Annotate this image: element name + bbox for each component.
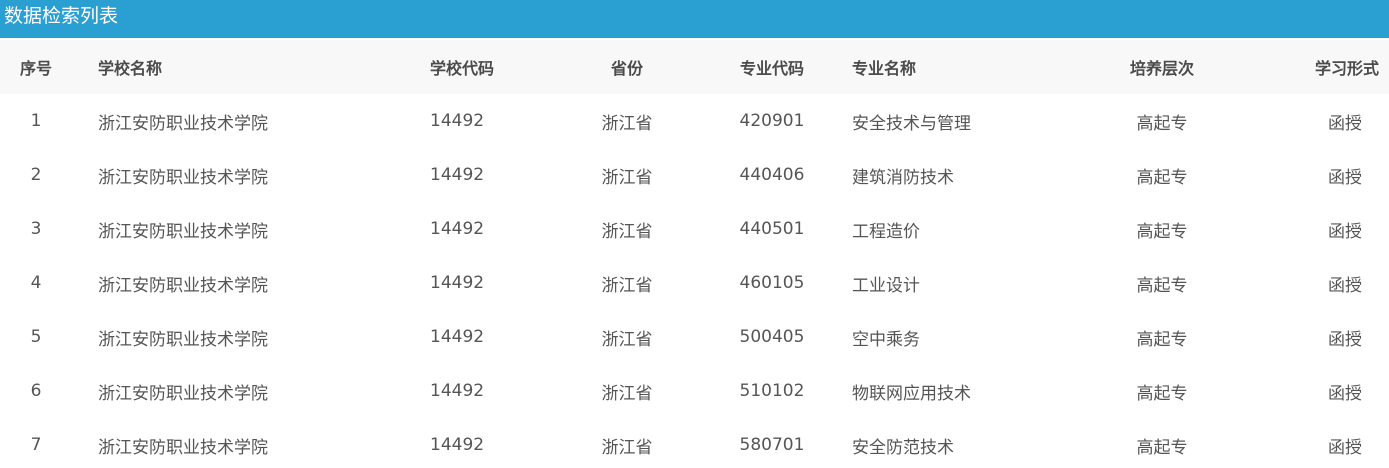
cell-index: 6 xyxy=(30,381,42,401)
cell-level: 高起专 xyxy=(1136,437,1188,458)
cell-major-code: 580701 xyxy=(739,435,805,455)
cell-school-code: 14492 xyxy=(430,165,485,185)
cell-study-form: 函授 xyxy=(1328,275,1362,296)
cell-school-name: 浙江安防职业技术学院 xyxy=(98,383,268,404)
results-table: 序号 学校名称 学校代码 省份 专业代码 专业名称 培养层次 学习形式 1 浙江安… xyxy=(0,40,1389,468)
cell-major-name: 建筑消防技术 xyxy=(852,167,954,188)
cell-school-code: 14492 xyxy=(430,273,485,293)
cell-level: 高起专 xyxy=(1136,167,1188,188)
cell-province: 浙江省 xyxy=(601,167,653,188)
table-row: 7 浙江安防职业技术学院 14492 浙江省 580701 安全防范技术 高起专 函授 xyxy=(0,418,1389,468)
cell-school-code: 14492 xyxy=(430,381,485,401)
cell-level: 高起专 xyxy=(1136,275,1188,296)
header-study-form: 学习形式 xyxy=(1314,59,1379,78)
cell-study-form: 函授 xyxy=(1328,221,1362,242)
cell-school-code: 14492 xyxy=(430,435,485,455)
cell-school-code: 14492 xyxy=(430,219,485,239)
table-row: 3 浙江安防职业技术学院 14492 浙江省 440501 工程造价 高起专 函授 xyxy=(0,202,1389,256)
cell-index: 7 xyxy=(30,435,42,455)
cell-major-name: 物联网应用技术 xyxy=(852,383,971,404)
cell-major-code: 500405 xyxy=(739,327,805,347)
cell-major-code: 440501 xyxy=(739,219,805,239)
cell-province: 浙江省 xyxy=(601,383,653,404)
cell-province: 浙江省 xyxy=(601,329,653,350)
table-row: 4 浙江安防职业技术学院 14492 浙江省 460105 工业设计 高起专 函授 xyxy=(0,256,1389,310)
cell-index: 4 xyxy=(30,273,42,293)
cell-level: 高起专 xyxy=(1136,329,1188,350)
cell-major-code: 420901 xyxy=(739,111,805,131)
cell-major-name: 工业设计 xyxy=(852,275,920,296)
cell-school-code: 14492 xyxy=(430,327,485,347)
cell-school-name: 浙江安防职业技术学院 xyxy=(98,437,268,458)
table-header-row: 序号 学校名称 学校代码 省份 专业代码 专业名称 培养层次 学习形式 xyxy=(0,40,1389,94)
cell-study-form: 函授 xyxy=(1328,437,1362,458)
cell-index: 5 xyxy=(30,327,42,347)
cell-province: 浙江省 xyxy=(601,221,653,242)
cell-major-code: 460105 xyxy=(739,273,805,293)
cell-index: 3 xyxy=(30,219,42,239)
header-major-name: 专业名称 xyxy=(852,59,917,78)
cell-study-form: 函授 xyxy=(1328,167,1362,188)
cell-level: 高起专 xyxy=(1136,113,1188,134)
panel-header: 数据检索列表 xyxy=(0,0,1389,38)
panel-title: 数据检索列表 xyxy=(4,5,119,27)
cell-index: 2 xyxy=(30,165,42,185)
cell-study-form: 函授 xyxy=(1328,113,1362,134)
table-row: 1 浙江安防职业技术学院 14492 浙江省 420901 安全技术与管理 高起专 函授 xyxy=(0,94,1389,148)
table-head: 序号 学校名称 学校代码 省份 专业代码 专业名称 培养层次 学习形式 xyxy=(0,40,1389,94)
header-index: 序号 xyxy=(19,59,52,78)
table-row: 2 浙江安防职业技术学院 14492 浙江省 440406 建筑消防技术 高起专 函授 xyxy=(0,148,1389,202)
data-search-panel: 数据检索列表 序号 学校名称 学校代码 省份 专业代码 专业名称 培养层次 学习… xyxy=(0,0,1389,468)
cell-school-code: 14492 xyxy=(430,111,485,131)
cell-major-name: 安全防范技术 xyxy=(852,437,954,458)
cell-study-form: 函授 xyxy=(1328,329,1362,350)
cell-school-name: 浙江安防职业技术学院 xyxy=(98,113,268,134)
cell-major-name: 工程造价 xyxy=(852,221,920,242)
header-school-code: 学校代码 xyxy=(430,59,495,78)
table-body: 1 浙江安防职业技术学院 14492 浙江省 420901 安全技术与管理 高起专 函授 2 浙江… xyxy=(0,94,1389,468)
header-school-name: 学校名称 xyxy=(98,59,163,78)
header-province: 省份 xyxy=(610,59,643,78)
cell-province: 浙江省 xyxy=(601,275,653,296)
cell-province: 浙江省 xyxy=(601,437,653,458)
table-row: 6 浙江安防职业技术学院 14492 浙江省 510102 物联网应用技术 高起专 函授 xyxy=(0,364,1389,418)
cell-major-code: 440406 xyxy=(739,165,805,185)
cell-study-form: 函授 xyxy=(1328,383,1362,404)
table-row: 5 浙江安防职业技术学院 14492 浙江省 500405 空中乘务 高起专 函授 xyxy=(0,310,1389,364)
cell-level: 高起专 xyxy=(1136,221,1188,242)
cell-level: 高起专 xyxy=(1136,383,1188,404)
cell-major-name: 安全技术与管理 xyxy=(852,113,971,134)
cell-index: 1 xyxy=(30,111,42,131)
cell-school-name: 浙江安防职业技术学院 xyxy=(98,275,268,296)
cell-school-name: 浙江安防职业技术学院 xyxy=(98,167,268,188)
cell-school-name: 浙江安防职业技术学院 xyxy=(98,221,268,242)
header-level: 培养层次 xyxy=(1129,59,1194,78)
cell-school-name: 浙江安防职业技术学院 xyxy=(98,329,268,350)
cell-major-name: 空中乘务 xyxy=(852,329,920,350)
header-major-code: 专业代码 xyxy=(739,59,804,78)
cell-province: 浙江省 xyxy=(601,113,653,134)
cell-major-code: 510102 xyxy=(739,381,805,401)
